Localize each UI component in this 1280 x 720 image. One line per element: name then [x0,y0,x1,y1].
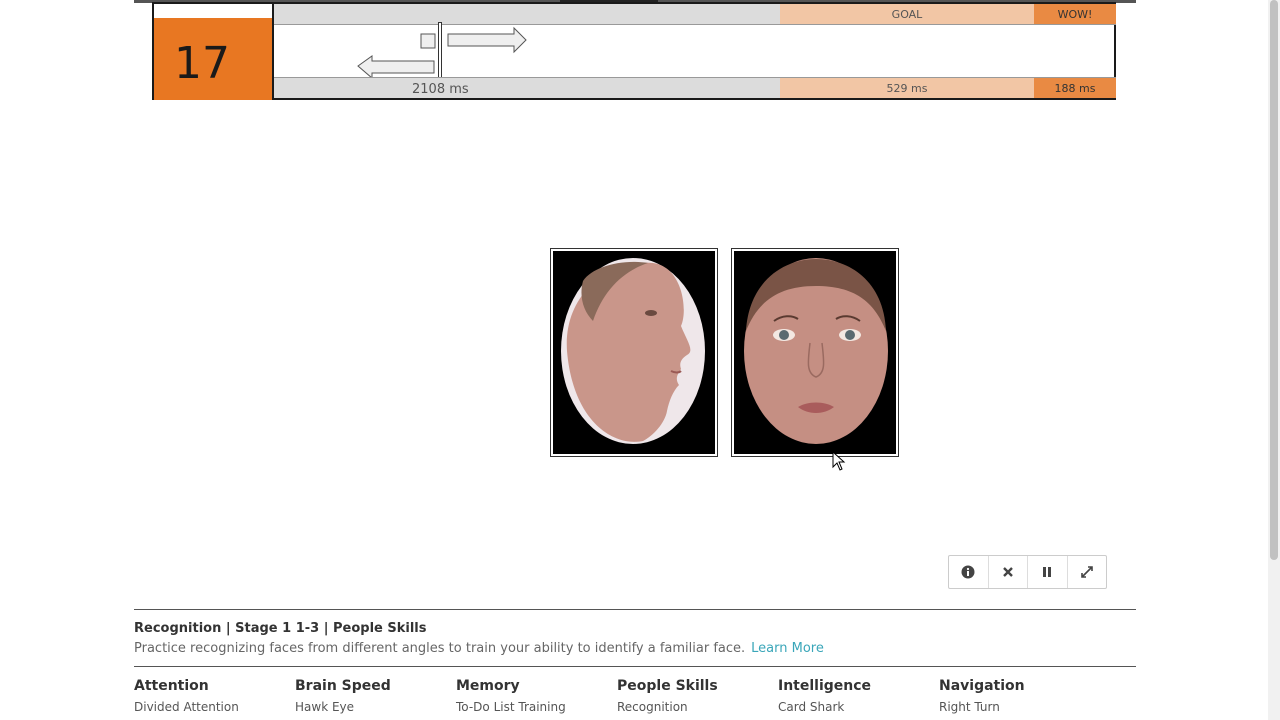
current-ms: 2108 ms [412,82,469,97]
game-title: Recognition | Stage 1 1-3 | People Skill… [134,621,427,636]
pause-button[interactable] [1028,556,1068,588]
wow-ms: 188 ms [1034,78,1116,98]
category-item[interactable]: Hawk Eye [295,700,455,714]
scrollbar-thumb[interactable] [1270,0,1278,560]
goal-label: GOAL [780,4,1034,24]
game-description: Practice recognizing faces from differen… [134,641,824,656]
mouse-cursor-icon [832,451,846,471]
category-item[interactable]: Right Turn [939,700,1099,714]
divider-bottom [134,666,1136,667]
divider-top [134,609,1136,610]
speed-meter-hud: 17 GOAL WOW! 529 ms 188 ms 2108 ms [152,2,1116,100]
speed-marker [438,22,442,82]
threshold-band-top: GOAL WOW! [274,4,1116,25]
category-item[interactable]: To-Do List Training [456,700,616,714]
category-item[interactable]: Divided Attention [134,700,294,714]
close-icon [1002,567,1013,577]
fullscreen-icon [1080,566,1093,578]
face-image-profile [553,251,715,454]
pause-icon [1043,567,1052,577]
face-image-frontal [734,251,896,454]
threshold-band-bottom: 529 ms 188 ms [274,77,1116,98]
vertical-scrollbar[interactable] [1268,0,1280,720]
category-name[interactable]: Navigation [939,678,1099,694]
info-button[interactable] [949,556,989,588]
category-brain-speed: Brain Speed Hawk Eye [295,678,455,714]
category-name[interactable]: Attention [134,678,294,694]
category-item[interactable]: Card Shark [778,700,938,714]
game-description-text: Practice recognizing faces from differen… [134,641,746,656]
score-value: 17 [174,38,230,89]
category-item[interactable]: Recognition [617,700,777,714]
close-button[interactable] [989,556,1028,588]
fullscreen-button[interactable] [1068,556,1107,588]
wow-label: WOW! [1034,4,1116,24]
category-intelligence: Intelligence Card Shark [778,678,938,714]
category-name[interactable]: Intelligence [778,678,938,694]
game-controls [948,555,1107,589]
band-segment-normal [274,4,780,24]
face-card-profile[interactable] [550,248,718,457]
category-navigation: Navigation Right Turn [939,678,1099,714]
goal-ms: 529 ms [780,78,1034,98]
category-name[interactable]: People Skills [617,678,777,694]
face-card-frontal[interactable] [731,248,899,457]
info-icon [961,565,975,579]
category-attention: Attention Divided Attention [134,678,294,714]
category-memory: Memory To-Do List Training [456,678,616,714]
category-people-skills: People Skills Recognition [617,678,777,714]
category-name[interactable]: Brain Speed [295,678,455,694]
score-box: 17 [154,18,274,100]
band-segment-normal-bottom [274,78,780,98]
category-name[interactable]: Memory [456,678,616,694]
learn-more-link[interactable]: Learn More [751,641,824,656]
direction-arrows-icon [357,26,527,80]
score-cap [154,4,274,18]
